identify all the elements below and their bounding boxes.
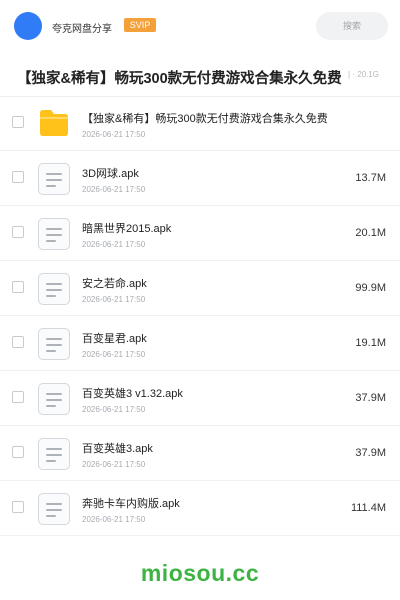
item-size: 37.9M [355,392,386,404]
folder-meta: | · 20.1G [344,70,379,79]
item-name: 3D网球.apk [82,168,139,180]
folder-icon [40,110,68,136]
file-icon [38,218,70,250]
select-checkbox[interactable] [12,171,24,183]
select-checkbox[interactable] [12,226,24,238]
item-time: 2026-06-21 17:50 [82,515,146,524]
list-item[interactable]: 安之若命.apk 2026-06-21 17:50 99.9M [0,261,400,316]
item-time: 2026-06-21 17:50 [82,185,146,194]
list-item[interactable]: 3D网球.apk 2026-06-21 17:50 13.7M [0,151,400,206]
top-bar: 夸克网盘分享 SVIP 搜索 [0,0,400,52]
item-name: 百变英雄3.apk [82,443,153,455]
list-item[interactable]: 百变星君.apk 2026-06-21 17:50 19.1M [0,316,400,371]
item-time: 2026-06-21 17:50 [82,350,146,359]
item-name: 奔驰卡车内购版.apk [82,498,180,510]
list-item[interactable]: 百变英雄3 v1.32.apk 2026-06-21 17:50 37.9M [0,371,400,426]
avatar[interactable] [14,12,42,40]
item-time: 2026-06-21 17:50 [82,130,146,139]
file-icon [38,328,70,360]
select-checkbox[interactable] [12,501,24,513]
item-time: 2026-06-21 17:50 [82,460,146,469]
item-size: 37.9M [355,447,386,459]
list-item[interactable]: 奔驰卡车内购版.apk 2026-06-21 17:50 111.4M [0,481,400,536]
search-input[interactable]: 搜索 [316,12,388,40]
watermark-text: miosou.cc [140,560,260,586]
svip-badge: SVIP [124,18,156,32]
item-size: 99.9M [355,282,386,294]
list-item[interactable]: 【独家&稀有】畅玩300款无付费游戏合集永久免费 2026-06-21 17:5… [0,96,400,151]
item-name: 安之若命.apk [82,278,147,290]
item-name: 【独家&稀有】畅玩300款无付费游戏合集永久免费 [82,113,328,125]
select-checkbox[interactable] [12,281,24,293]
item-size: 111.4M [350,502,386,514]
item-time: 2026-06-21 17:50 [82,240,146,249]
item-size: 13.7M [355,172,386,184]
item-name: 百变星君.apk [82,333,147,345]
list-item[interactable]: 百变英雄3.apk 2026-06-21 17:50 37.9M [0,426,400,481]
select-checkbox[interactable] [12,116,24,128]
item-name: 暗黑世界2015.apk [82,223,172,235]
select-checkbox[interactable] [12,446,24,458]
file-icon [38,273,70,305]
item-time: 2026-06-21 17:50 [82,295,146,304]
file-icon [38,163,70,195]
file-icon [38,493,70,525]
brand-label: 夸克网盘分享 [52,24,112,35]
select-checkbox[interactable] [12,391,24,403]
folder-title: 【独家&稀有】畅玩300款无付费游戏合集永久免费 [17,71,342,87]
folder-header: 【独家&稀有】畅玩300款无付费游戏合集永久免费 | · 20.1G [0,52,400,97]
file-icon [38,438,70,470]
file-list: 【独家&稀有】畅玩300款无付费游戏合集永久免费 2026-06-21 17:5… [0,96,400,536]
item-size: 19.1M [355,337,386,349]
item-size: 20.1M [355,227,386,239]
select-checkbox[interactable] [12,336,24,348]
file-icon [38,383,70,415]
list-item[interactable]: 暗黑世界2015.apk 2026-06-21 17:50 20.1M [0,206,400,261]
item-name: 百变英雄3 v1.32.apk [82,388,183,400]
item-time: 2026-06-21 17:50 [82,405,146,414]
